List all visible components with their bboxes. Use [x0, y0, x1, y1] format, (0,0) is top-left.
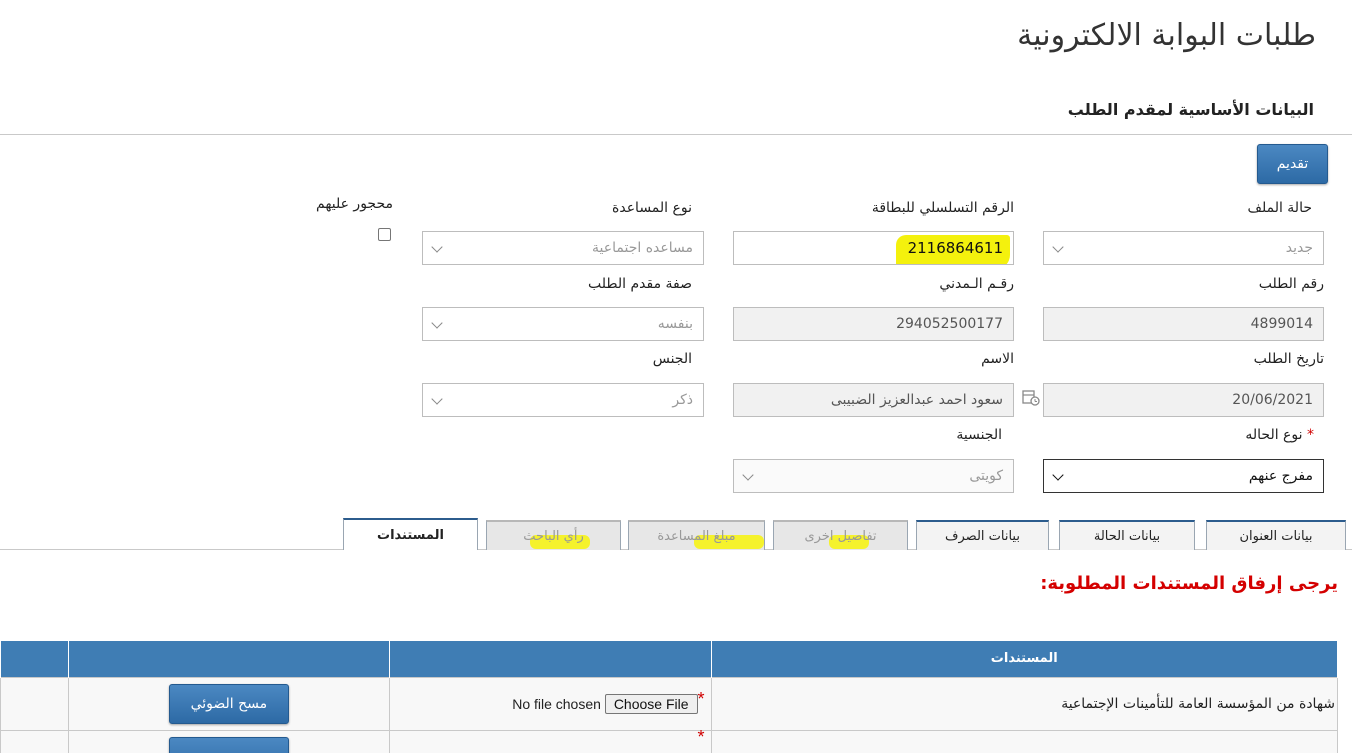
nationality-label: الجنسية [956, 427, 1002, 443]
extra-cell [0, 676, 69, 731]
required-mark: * [1307, 427, 1314, 443]
applicant-capacity-label: صفة مقدم الطلب [588, 276, 692, 292]
request-number-label: رقم الطلب [1258, 276, 1324, 292]
chevron-down-icon [1052, 469, 1064, 481]
tab-label: بيانات الحالة [1093, 528, 1161, 544]
choose-file-button[interactable]: Choose File [604, 694, 698, 714]
applicant-capacity-select[interactable]: بنفسه [422, 307, 704, 341]
section-title: البيانات الأساسية لمقدم الطلب [1067, 100, 1314, 119]
name-field: سعود احمد عبدالعزيز الضبيبى [733, 383, 1014, 417]
required-star: * [697, 726, 705, 747]
case-type-value: مفرج عنهم [1248, 468, 1313, 484]
chevron-down-icon [431, 393, 443, 405]
restricted-checkbox[interactable] [378, 228, 391, 241]
request-number-field: 4899014 [1043, 307, 1324, 341]
assistance-type-label: نوع المساعدة [612, 200, 692, 216]
nationality-value: كويتى [969, 468, 1003, 484]
gender-label: الجنس [652, 351, 692, 367]
applicant-capacity-value: بنفسه [657, 316, 693, 332]
scan-column-header [67, 641, 390, 677]
no-file-text: No file chosen [512, 696, 601, 712]
tab-address[interactable]: بيانات العنوان [1206, 520, 1346, 550]
scan-cell: مسح الضوئي [67, 676, 390, 731]
file-status-select[interactable]: جديد [1043, 231, 1324, 265]
file-status-label: حالة الملف [1247, 200, 1312, 216]
civil-id-value: 294052500177 [896, 316, 1003, 332]
tab-researcher-opinion[interactable]: رأي الباحث [486, 520, 621, 550]
file-column-header [388, 641, 712, 677]
case-type-select[interactable]: مفرج عنهم [1043, 459, 1324, 493]
document-name-cell [710, 729, 1339, 753]
tab-documents[interactable]: المستندات [343, 518, 478, 550]
calendar-icon[interactable] [1021, 388, 1041, 406]
card-serial-input[interactable]: 2116864611 [733, 231, 1014, 265]
civil-id-field: 294052500177 [733, 307, 1014, 341]
restricted-label: محجور عليهم [316, 196, 393, 212]
assistance-type-value: مساعده اجتماعية [592, 240, 693, 256]
submit-button[interactable]: تقديم [1257, 144, 1328, 184]
extra-column-header [0, 641, 69, 677]
table-row: شهادة من المؤسسة العامة للتأمينات الإجتم… [0, 676, 1339, 731]
request-date-field: 20/06/2021 [1043, 383, 1324, 417]
name-label: الاسم [981, 351, 1014, 367]
civil-id-label: رقـم الـمدني [939, 276, 1014, 292]
tab-label: رأي الباحث [523, 528, 584, 544]
request-number-value: 4899014 [1250, 316, 1313, 332]
card-serial-value: 2116864611 [907, 239, 1003, 257]
table-header-row: المستندات [0, 641, 1339, 677]
case-type-label-text: نوع الحاله [1245, 427, 1303, 443]
request-date-label: تاريخ الطلب [1253, 351, 1324, 367]
nationality-select[interactable]: كويتى [733, 459, 1014, 493]
document-name-cell: شهادة من المؤسسة العامة للتأمينات الإجتم… [710, 676, 1339, 731]
case-type-label: * نوع الحاله [1245, 427, 1314, 443]
tab-label: المستندات [377, 527, 444, 543]
tab-label: تفاصيل اخرى [804, 528, 877, 544]
page-title: طلبات البوابة الالكترونية [1017, 18, 1316, 53]
document-name: شهادة من المؤسسة العامة للتأمينات الإجتم… [1061, 695, 1335, 712]
required-star: * [697, 689, 705, 709]
documents-table: المستندات شهادة من المؤسسة العامة للتأمي… [0, 641, 1339, 753]
chevron-down-icon [742, 469, 754, 481]
scan-cell [67, 729, 390, 753]
tab-case-data[interactable]: بيانات الحالة [1059, 520, 1195, 550]
file-input-cell: * [388, 726, 712, 753]
table-row: * [0, 726, 1339, 753]
tab-other-details[interactable]: تفاصيل اخرى [773, 520, 908, 550]
scan-button[interactable] [168, 736, 289, 753]
file-input-cell: No file chosen Choose File * [388, 676, 712, 731]
documents-column-header: المستندات [710, 641, 1339, 677]
documents-heading: يرجى إرفاق المستندات المطلوبة: [1040, 573, 1338, 594]
scan-button[interactable]: مسح الضوئي [168, 683, 289, 724]
chevron-down-icon [431, 241, 443, 253]
gender-value: ذكر [672, 392, 693, 408]
assistance-type-select[interactable]: مساعده اجتماعية [422, 231, 704, 265]
chevron-down-icon [1052, 241, 1064, 253]
tab-label: بيانات العنوان [1239, 528, 1313, 544]
request-date-value: 20/06/2021 [1232, 392, 1313, 408]
tab-label: بيانات الصرف [945, 528, 1020, 544]
gender-select[interactable]: ذكر [422, 383, 704, 417]
chevron-down-icon [431, 317, 443, 329]
name-value: سعود احمد عبدالعزيز الضبيبى [830, 392, 1003, 408]
tab-label: مبلغ المساعدة [657, 528, 736, 544]
extra-cell [0, 729, 69, 753]
tab-assistance-amount[interactable]: مبلغ المساعدة [628, 520, 765, 550]
header-divider [0, 134, 1352, 135]
file-status-value: جديد [1285, 240, 1313, 256]
tab-disbursement[interactable]: بيانات الصرف [916, 520, 1049, 550]
card-serial-label: الرقم التسلسلي للبطاقة [871, 200, 1014, 216]
